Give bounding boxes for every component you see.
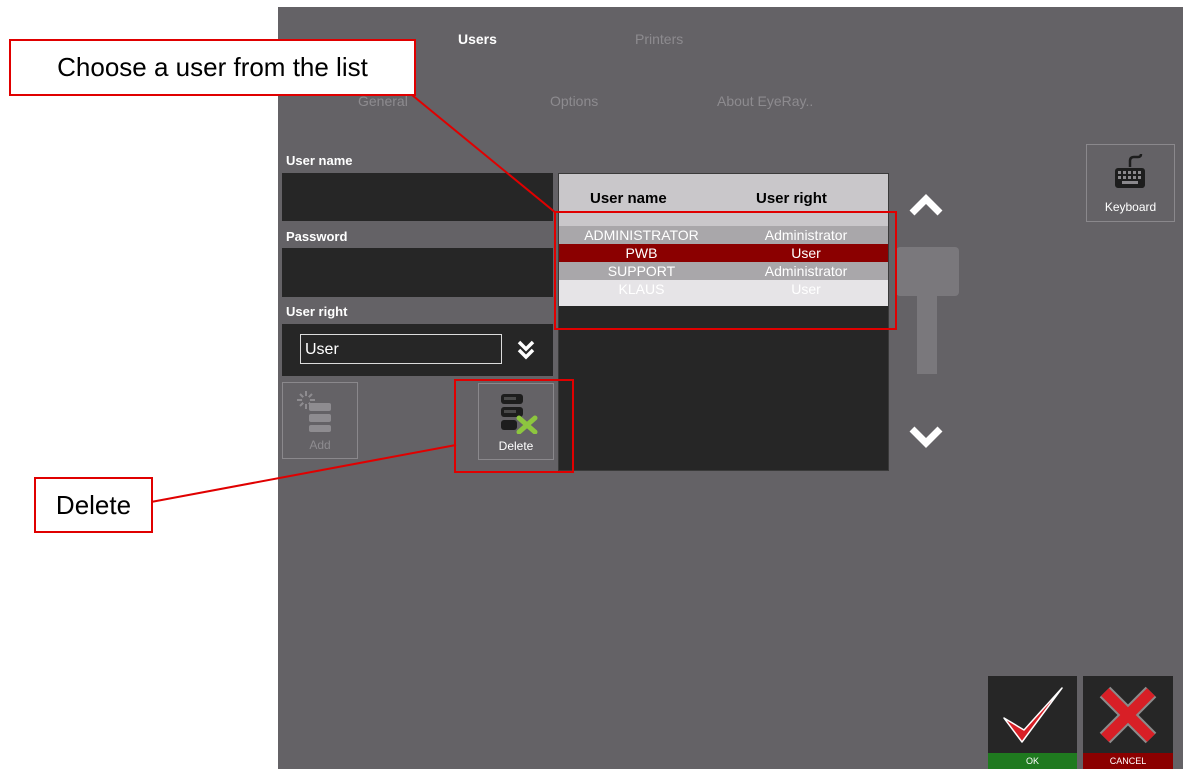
annotation-highlight-list bbox=[554, 211, 897, 330]
annotation-choose-user: Choose a user from the list bbox=[9, 39, 416, 96]
annotation-delete: Delete bbox=[34, 477, 153, 533]
annotation-leader-lines bbox=[150, 94, 557, 503]
annotation-highlight-delete bbox=[454, 379, 574, 473]
